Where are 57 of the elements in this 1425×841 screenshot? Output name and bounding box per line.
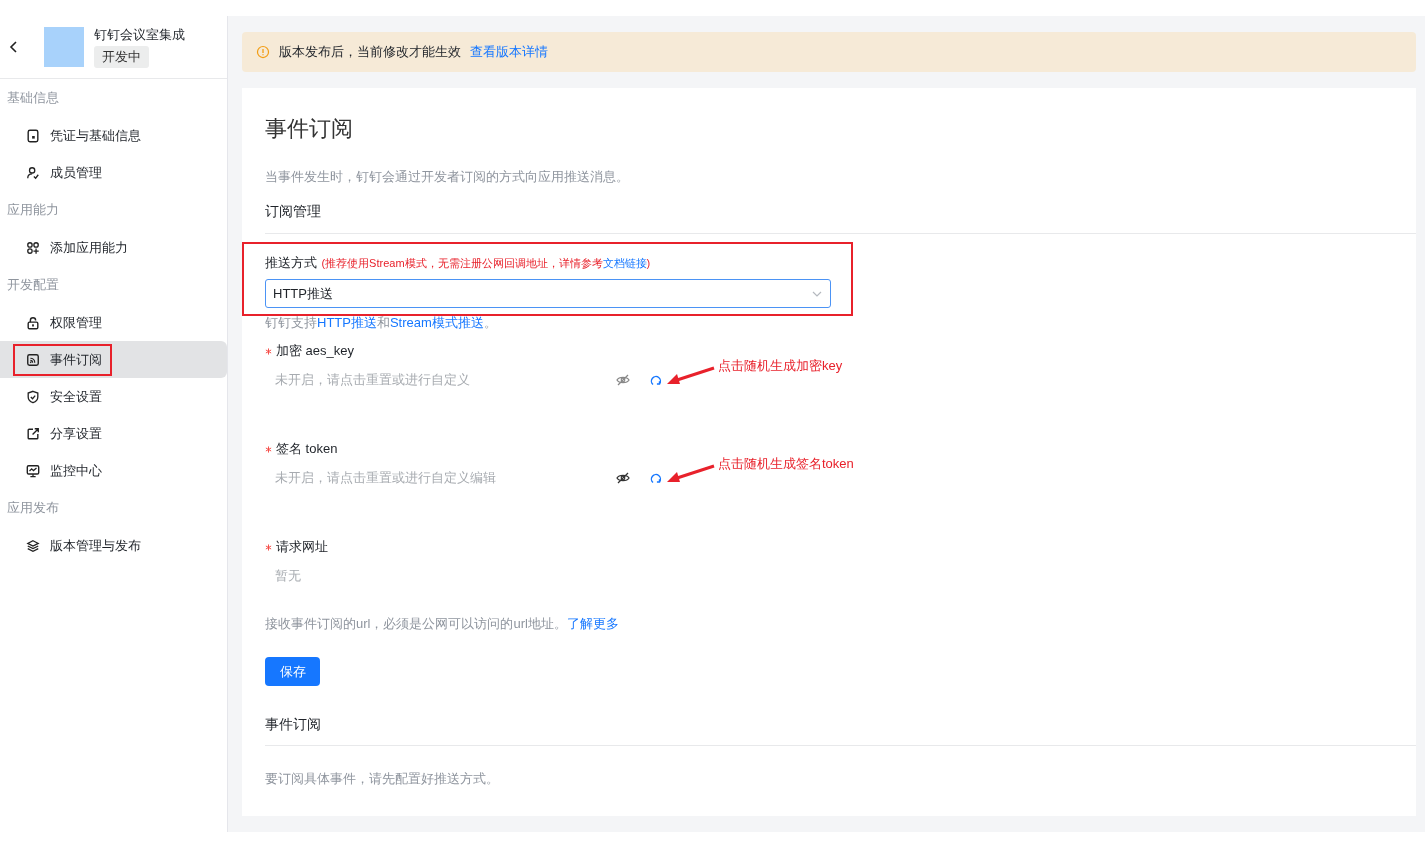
- mode-link[interactable]: HTTP推送: [317, 315, 377, 330]
- section-title: 事件订阅: [265, 716, 1416, 746]
- sidebar-item-label: 事件订阅: [50, 350, 102, 369]
- sidebar-group-title: 基础信息: [6, 89, 60, 107]
- sidebar-item-label: 分享设置: [50, 424, 102, 443]
- field-hint: (推荐使用Stream模式，无需注册公网回调地址，详情参考文档链接): [321, 257, 651, 269]
- sidebar-item-label: 监控中心: [50, 461, 102, 480]
- sidebar-item-label: 版本管理与发布: [50, 536, 141, 555]
- sidebar-item-label: 成员管理: [50, 163, 102, 182]
- refresh-icon[interactable]: [650, 472, 662, 484]
- annotation-text: 点击随机生成签名token: [718, 455, 854, 473]
- annotation-arrow: [666, 366, 716, 386]
- help-text: 接收事件订阅的url，必须是公网可以访问的url地址。了解更多: [265, 615, 620, 633]
- sidebar-item-label: 添加应用能力: [50, 238, 128, 257]
- sidebar-item[interactable]: 分享设置: [0, 415, 227, 452]
- push-mode-select[interactable]: HTTP推送: [265, 279, 831, 308]
- field-label: 加密 aes_key: [276, 342, 355, 360]
- sidebar-group-title: 应用发布: [6, 499, 60, 517]
- page-title: 事件订阅: [265, 115, 354, 143]
- save-button[interactable]: 保存: [265, 657, 320, 686]
- field-label: 推送方式: [265, 255, 317, 270]
- sidebar-item[interactable]: 版本管理与发布: [0, 527, 227, 564]
- hidden-eye-icon[interactable]: [616, 472, 630, 484]
- field-value: 未开启，请点击重置或进行自定义: [275, 371, 471, 389]
- notice-text: 版本发布后，当前修改才能生效: [279, 43, 461, 61]
- page-description: 当事件发生时，钉钉会通过开发者订阅的方式向应用推送消息。: [265, 168, 630, 186]
- sidebar-item[interactable]: 凭证与基础信息: [0, 117, 227, 154]
- field-label: 请求网址: [276, 538, 328, 556]
- sidebar-item[interactable]: 添加应用能力: [0, 229, 227, 266]
- refresh-icon[interactable]: [650, 374, 662, 386]
- field-label: 签名 token: [276, 440, 338, 458]
- caret-icon: [812, 290, 822, 297]
- info-icon: [256, 45, 270, 59]
- doc-link[interactable]: 文档链接: [602, 257, 647, 269]
- status-badge: 开发中: [94, 46, 149, 68]
- field-value: 未开启，请点击重置或进行自定义编辑: [275, 469, 497, 487]
- version-details-link[interactable]: 查看版本详情: [470, 43, 548, 61]
- field-value: 暂无: [275, 567, 302, 585]
- learn-more-link[interactable]: 了解更多: [566, 616, 619, 631]
- sidebar-item[interactable]: 成员管理: [0, 154, 227, 191]
- sidebar-item-label: 凭证与基础信息: [50, 126, 141, 145]
- sidebar-item[interactable]: 事件订阅: [0, 341, 227, 378]
- app-name: 钉钉会议室集成: [94, 26, 185, 44]
- sidebar-item[interactable]: 监控中心: [0, 452, 227, 489]
- sidebar-group-title: 应用能力: [6, 201, 60, 219]
- annotation-text: 点击随机生成加密key: [718, 357, 843, 375]
- events-note: 要订阅具体事件，请先配置好推送方式。: [265, 770, 500, 788]
- sidebar-group-title: 开发配置: [6, 276, 60, 294]
- section-title: 订阅管理: [265, 203, 1416, 234]
- sidebar-item[interactable]: 权限管理: [0, 304, 227, 341]
- sidebar-item-label: 权限管理: [50, 313, 102, 332]
- support-text: 钉钉支持HTTP推送和Stream模式推送。: [265, 314, 498, 332]
- sidebar-item-label: 安全设置: [50, 387, 102, 406]
- annotation-arrow: [666, 464, 716, 484]
- sidebar-item[interactable]: 安全设置: [0, 378, 227, 415]
- mode-link[interactable]: Stream模式推送: [389, 315, 484, 330]
- app-logo: [44, 27, 84, 67]
